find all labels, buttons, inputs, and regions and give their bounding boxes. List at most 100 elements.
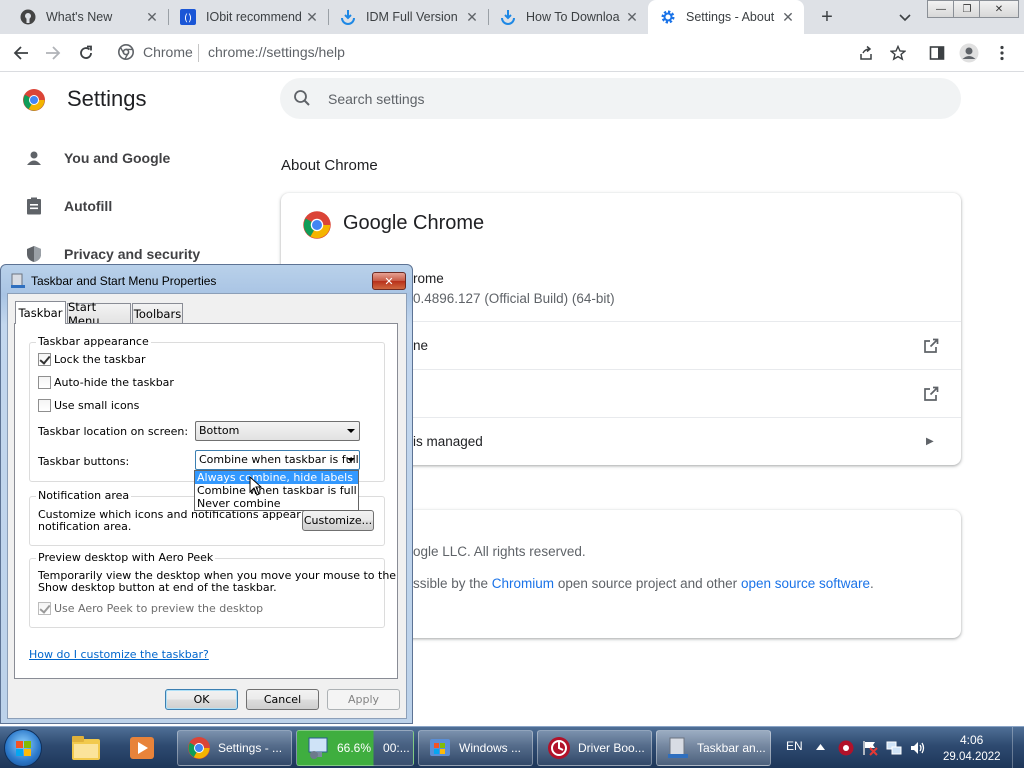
tab-toolbars[interactable]: Toolbars <box>132 303 183 323</box>
taskbar-button-label: Driver Boo... <box>578 741 645 755</box>
version-text: 0.4896.127 (Official Build) (64-bit) <box>413 291 615 306</box>
dialog-title: Taskbar and Start Menu Properties <box>31 274 217 288</box>
sidebar-item-you-and-google[interactable]: You and Google <box>0 143 270 173</box>
github-icon <box>20 9 36 25</box>
dropdown-arrow-icon <box>347 458 355 462</box>
taskbar-buttons-select[interactable]: Combine when taskbar is full <box>195 450 360 470</box>
select-value: Combine when taskbar is full <box>199 453 359 466</box>
sidebar-item-autofill[interactable]: Autofill <box>0 191 270 221</box>
shield-icon <box>24 244 44 264</box>
aero-peek-checkbox[interactable] <box>38 602 51 615</box>
taskbar-location-select[interactable]: Bottom <box>195 421 360 441</box>
open-source-link[interactable]: open source software <box>741 576 870 591</box>
windows-logo-icon <box>16 741 31 756</box>
help-link[interactable]: How do I customize the taskbar? <box>29 648 209 661</box>
minimize-button[interactable]: — <box>927 0 955 18</box>
tab-label: Settings - About <box>686 10 775 24</box>
action-center-icon[interactable] <box>862 740 878 756</box>
close-icon[interactable]: ✕ <box>624 9 640 25</box>
taskbar-button-taskbar-properties[interactable]: Taskbar an... <box>656 730 771 766</box>
menu-dots-icon[interactable] <box>991 42 1013 64</box>
tab-iobit[interactable]: () IObit recommend ✕ <box>168 0 328 34</box>
checkbox-label: Auto-hide the taskbar <box>54 376 174 389</box>
external-link-icon[interactable] <box>922 385 940 403</box>
back-icon[interactable] <box>10 42 32 64</box>
explorer-pin[interactable] <box>68 732 104 764</box>
taskbar-button-extra: 00:... <box>383 741 410 755</box>
customize-button[interactable]: Customize... <box>302 510 374 531</box>
dialog-close-button[interactable]: ✕ <box>372 272 406 290</box>
dropdown-option[interactable]: Never combine <box>195 497 358 510</box>
taskbar-properties-icon <box>11 273 25 288</box>
search-input[interactable] <box>326 78 926 119</box>
chromium-link[interactable]: Chromium <box>492 576 554 591</box>
cancel-button[interactable]: Cancel <box>246 689 319 710</box>
start-button[interactable] <box>4 729 42 767</box>
language-indicator[interactable]: EN <box>786 739 803 753</box>
person-icon <box>24 148 44 168</box>
close-icon[interactable]: ✕ <box>780 9 796 25</box>
tab-taskbar[interactable]: Taskbar <box>15 301 66 324</box>
tab-label: IDM Full Version <box>366 10 458 24</box>
network-icon[interactable] <box>886 740 902 756</box>
profile-avatar-icon[interactable] <box>958 42 980 64</box>
tab-label: IObit recommend <box>206 10 302 24</box>
reload-icon[interactable] <box>75 42 97 64</box>
taskbar-button-chrome[interactable]: Settings - ... <box>177 730 292 766</box>
group-label: Notification area <box>36 489 132 502</box>
taskbar-properties-icon <box>665 735 691 761</box>
download-manager-icon <box>305 735 331 761</box>
ok-button[interactable]: OK <box>165 689 238 710</box>
chevron-down-icon[interactable] <box>895 8 915 28</box>
lock-taskbar-checkbox[interactable] <box>38 353 51 366</box>
tab-whats-new[interactable]: What's New ✕ <box>8 0 168 34</box>
clock-time[interactable]: 4:06 <box>960 733 983 747</box>
close-icon[interactable]: ✕ <box>144 9 160 25</box>
folder-icon <box>72 736 100 760</box>
apply-button[interactable]: Apply <box>327 689 400 710</box>
bookmark-star-icon[interactable] <box>887 42 909 64</box>
settings-search[interactable] <box>280 78 961 119</box>
tray-expand-icon[interactable] <box>816 744 825 750</box>
tab-start-menu[interactable]: Start Menu <box>67 300 131 328</box>
tab-strip: What's New ✕ () IObit recommend ✕ IDM Fu… <box>0 0 1024 34</box>
copyright-text: ogle LLC. All rights reserved. <box>413 544 586 559</box>
chevron-right-icon[interactable]: ▶ <box>926 436 934 447</box>
taskbar-button-windows[interactable]: Windows ... <box>418 730 533 766</box>
credits-suffix: . <box>870 576 874 591</box>
chrome-logo-icon <box>302 210 332 243</box>
omnibox-site-chip[interactable]: Chrome <box>118 44 193 60</box>
share-icon[interactable] <box>855 42 877 64</box>
taskbar-button-download[interactable]: 66.6% 00:... <box>296 730 414 766</box>
close-icon[interactable]: ✕ <box>464 9 480 25</box>
clock-date[interactable]: 29.04.2022 <box>943 751 1001 763</box>
show-desktop-button[interactable] <box>1012 727 1024 769</box>
driver-booster-tray-icon[interactable] <box>838 740 854 756</box>
forward-icon[interactable] <box>42 42 64 64</box>
auto-hide-checkbox[interactable] <box>38 376 51 389</box>
update-status-text: rome <box>413 271 444 286</box>
volume-icon[interactable] <box>910 740 926 756</box>
taskbar-button-driver-booster[interactable]: Driver Boo... <box>537 730 652 766</box>
taskbar-button-label: Taskbar an... <box>697 741 766 755</box>
window-close-button[interactable]: ✕ <box>979 0 1019 18</box>
tab-how-to-download[interactable]: How To Downloa ✕ <box>488 0 648 34</box>
get-help-row-text[interactable]: ne <box>413 338 428 353</box>
close-icon[interactable]: ✕ <box>304 9 320 25</box>
external-link-icon[interactable] <box>922 337 940 355</box>
tab-settings-about[interactable]: Settings - About ✕ <box>648 0 804 34</box>
omnibox-url[interactable]: chrome://settings/help <box>208 44 345 60</box>
maximize-button[interactable]: ❐ <box>953 0 981 18</box>
dropdown-option[interactable]: Combine when taskbar is full <box>195 484 358 497</box>
small-icons-checkbox[interactable] <box>38 399 51 412</box>
sidebar-item-label: You and Google <box>64 150 171 166</box>
managed-row-text[interactable]: is managed <box>413 434 483 449</box>
chrome-logo-icon <box>22 88 46 115</box>
notification-text: notification area. <box>38 520 132 533</box>
new-tab-button[interactable]: + <box>815 6 839 28</box>
tab-idm[interactable]: IDM Full Version ✕ <box>328 0 488 34</box>
taskbar-buttons-dropdown-list: Always combine, hide labels Combine when… <box>194 470 359 511</box>
dropdown-option[interactable]: Always combine, hide labels <box>195 471 358 484</box>
side-panel-icon[interactable] <box>926 42 948 64</box>
media-player-pin[interactable] <box>124 732 160 764</box>
